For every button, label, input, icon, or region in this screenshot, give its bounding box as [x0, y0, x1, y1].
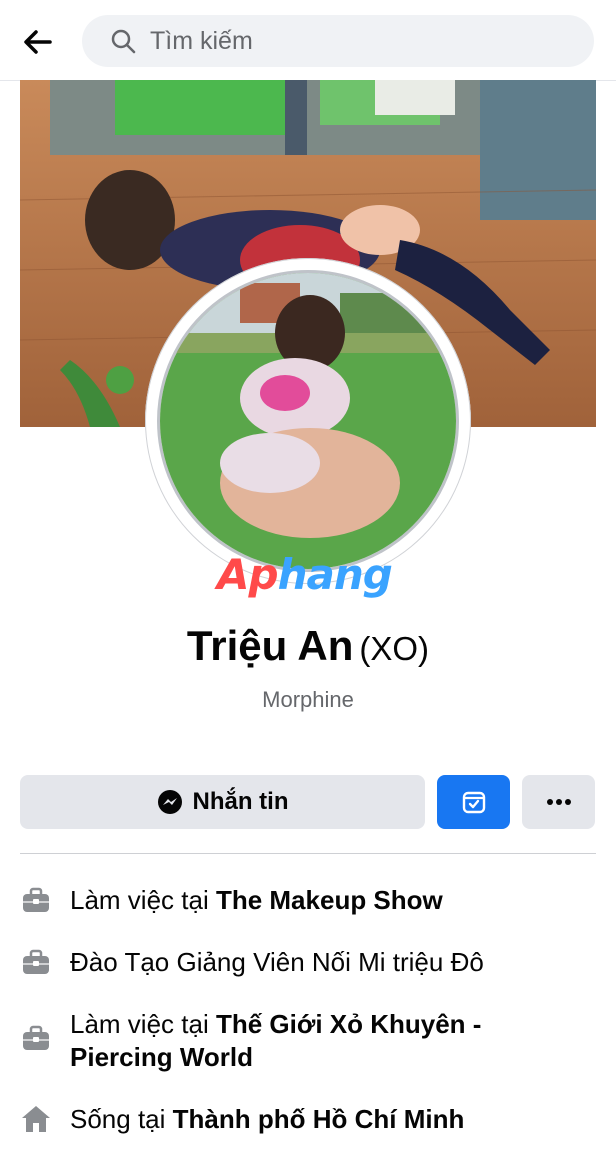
info-value-link[interactable]: The Makeup Show — [216, 885, 443, 915]
top-bar — [0, 0, 616, 81]
profile-name-main: Triệu An — [186, 622, 354, 669]
info-prefix: Làm việc tại — [70, 885, 216, 915]
profile-name: Triệu An (XO) — [0, 622, 616, 670]
info-value-link[interactable]: Thành phố Hồ Chí Minh — [173, 1104, 465, 1134]
back-button[interactable] — [18, 22, 58, 62]
profile-avatar[interactable] — [145, 258, 471, 584]
info-item-work: Làm việc tại The Makeup Show — [20, 884, 596, 917]
info-text: Làm việc tại The Makeup Show — [70, 884, 443, 917]
info-text: Đào Tạo Giảng Viên Nối Mi triệu Đô — [70, 946, 484, 979]
watermark-part1: Ap — [217, 550, 279, 599]
messenger-icon — [157, 790, 182, 814]
calendar-check-icon — [462, 791, 485, 814]
info-value-link[interactable]: Thế Giới Xỏ Khuyên - — [216, 1009, 482, 1039]
info-text: Làm việc tại Thế Giới Xỏ Khuyên - Piercin… — [70, 1008, 481, 1074]
info-item-work: Làm việc tại Thế Giới Xỏ Khuyên - Piercin… — [20, 1008, 596, 1074]
more-dots-icon — [546, 799, 571, 805]
briefcase-icon — [23, 1025, 49, 1050]
home-icon — [22, 1106, 50, 1132]
watermark-logo: Aphang — [217, 550, 393, 599]
profile-subtitle: Morphine — [262, 687, 354, 712]
more-options-button[interactable] — [522, 775, 595, 829]
avatar-image — [157, 270, 459, 572]
info-text: Sống tại Thành phố Hồ Chí Minh — [70, 1103, 464, 1136]
briefcase-icon — [23, 949, 49, 974]
info-prefix: Làm việc tại — [70, 1009, 216, 1039]
watermark-part2: hang — [277, 550, 393, 599]
briefcase-icon — [23, 887, 49, 912]
info-value-link-cont[interactable]: Piercing World — [70, 1042, 253, 1072]
info-prefix: Sống tại — [70, 1104, 173, 1134]
back-arrow-icon — [24, 30, 52, 54]
divider — [20, 853, 596, 854]
search-bar[interactable] — [82, 15, 594, 67]
profile-alt-name: (XO) — [359, 630, 430, 667]
info-item-home: Sống tại Thành phố Hồ Chí Minh — [20, 1103, 596, 1136]
info-item-work: Đào Tạo Giảng Viên Nối Mi triệu Đô — [20, 946, 596, 979]
search-input[interactable] — [148, 25, 552, 57]
info-value: Đào Tạo Giảng Viên Nối Mi triệu Đô — [70, 947, 484, 977]
message-button-label: Nhắn tin — [192, 788, 289, 815]
message-button[interactable]: Nhắn tin — [20, 775, 425, 829]
search-icon — [110, 26, 140, 56]
book-button[interactable] — [437, 775, 510, 829]
